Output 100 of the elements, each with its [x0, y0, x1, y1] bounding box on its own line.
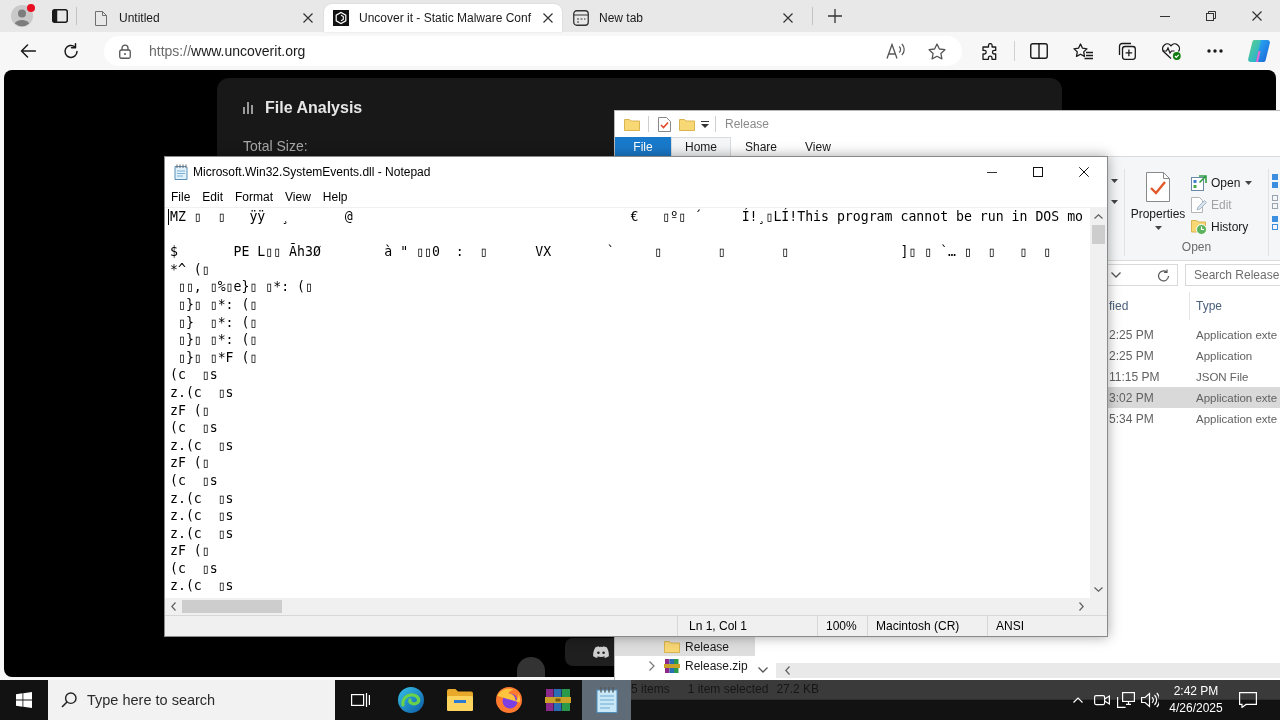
file-row[interactable]: 5:34 PM Application exte	[1108, 408, 1280, 429]
puzzle-icon[interactable]	[981, 42, 999, 60]
chevron-up-icon[interactable]	[1073, 697, 1083, 703]
caret-icon[interactable]	[1110, 200, 1118, 204]
notepad-icon	[173, 164, 189, 180]
clock-date[interactable]: 4/26/2025	[1169, 700, 1223, 717]
search-field[interactable]: Type here to search	[48, 680, 335, 720]
file-row[interactable]: 3:02 PM Application exte	[1108, 387, 1280, 408]
ribbon-tab[interactable]: Home	[671, 137, 731, 156]
scroll-left-icon[interactable]	[171, 602, 176, 611]
document-check-icon[interactable]	[658, 116, 671, 132]
file-row[interactable]: 11:15 PM JSON File	[1108, 366, 1280, 387]
link-button[interactable]	[565, 638, 614, 666]
video-camera-icon[interactable]	[1094, 693, 1110, 707]
text-area[interactable]: MZ ▯ ▯ ÿÿ ¸ @ € ▯º▯ ´ Í!¸▯LÍ!This program cannot be run in DOS mo $ PE L▯▯ Ãh3Ø à " ▯▯0 : ▯ VX ` ▯ ▯ ▯ ]▯ ▯ `… ▯ ▯ ▯ ▯ *^ (▯ ▯▯, ▯%▯e}▯ ▯*: (▯ ▯}▯ ▯*: (▯ ▯} ▯*: (▯ ▯}▯ ▯*: (▯ ▯}▯ ▯*F (▯ (c ▯s z.(c ▯s zF (▯ (c ▯s z.(c ▯s zF (▯ (c ▯s z.(c ▯s z.(c ▯s z.(c ▯s zF (▯ (c ▯s z.(c ▯s	[165, 208, 1090, 598]
scroll-left-icon[interactable]	[785, 666, 790, 675]
address-bar[interactable]	[1108, 264, 1178, 286]
table-cell-text: 3:02 PM	[1108, 390, 1155, 405]
star-icon[interactable]	[928, 42, 946, 60]
back-icon[interactable]	[20, 44, 36, 58]
hexagon-logo-icon	[333, 10, 349, 26]
scroll-down-icon[interactable]	[757, 667, 768, 673]
window-panel-icon[interactable]	[52, 9, 68, 23]
search-icon	[61, 692, 77, 708]
gradient-logo-icon[interactable]	[1248, 40, 1270, 62]
menu-item[interactable]: View	[279, 190, 317, 204]
read-aloud-icon[interactable]	[886, 43, 906, 59]
ribbon-button[interactable]: History	[1191, 217, 1255, 236]
volume-icon[interactable]	[1141, 692, 1159, 708]
task-view-icon	[351, 692, 370, 708]
menu-item[interactable]: Help	[316, 190, 354, 204]
chevron-down-icon[interactable]	[1111, 272, 1121, 278]
refresh-icon[interactable]	[1157, 268, 1170, 282]
table-cell-text: 2:25 PM	[1108, 327, 1155, 342]
ribbon-tab[interactable]: View	[791, 137, 845, 156]
nav-item[interactable]: Release.zip	[615, 656, 755, 675]
status-text: Macintosh (CR)	[867, 616, 987, 636]
refresh-icon[interactable]	[63, 43, 79, 59]
bar-chart-icon	[243, 102, 253, 114]
chevron-right-icon[interactable]	[649, 660, 655, 671]
close-icon[interactable]	[543, 13, 553, 23]
menu-item[interactable]: File	[165, 190, 197, 204]
url-text: https://www.uncoverit.org	[149, 43, 306, 59]
table-cell-text: 5:34 PM	[1108, 411, 1155, 426]
app-window-icon	[1191, 174, 1207, 191]
close-icon[interactable]	[1252, 11, 1262, 21]
close-icon[interactable]	[1079, 167, 1089, 177]
lock-icon[interactable]	[119, 43, 131, 59]
minimize-icon[interactable]	[1160, 15, 1170, 17]
document-check-icon	[1146, 172, 1170, 202]
scroll-thumb[interactable]	[182, 600, 282, 613]
stacked-books-icon	[544, 688, 571, 712]
section-heading: File Analysis	[265, 99, 363, 117]
notepad-icon	[595, 687, 618, 713]
ribbon-tab[interactable]: Share	[731, 137, 792, 156]
minimize-icon[interactable]	[987, 171, 997, 173]
search-field[interactable]: Search Release	[1185, 264, 1280, 286]
caret-icon[interactable]	[701, 120, 709, 128]
collections-icon[interactable]	[1118, 42, 1136, 60]
plus-icon[interactable]	[828, 9, 842, 23]
ribbon-button[interactable]: Properties	[1128, 157, 1188, 240]
browser-tab[interactable]: Untitled	[84, 4, 322, 32]
table-cell-text: 2:25 PM	[1108, 348, 1155, 363]
group-label: Open	[1180, 240, 1213, 256]
restore-icon[interactable]	[1206, 11, 1216, 21]
address-bar[interactable]: https://www.uncoverit.org	[104, 36, 962, 66]
folder-icon	[446, 689, 473, 711]
more-icon[interactable]	[1207, 49, 1223, 53]
heart-pulse-icon[interactable]	[1161, 42, 1181, 60]
scroll-up-icon[interactable]	[1094, 214, 1103, 219]
file-row[interactable]: 2:25 PM Application exte	[1108, 324, 1280, 345]
close-icon[interactable]	[783, 13, 793, 23]
avatar-icon[interactable]	[11, 5, 33, 27]
menu-item[interactable]: Edit	[196, 190, 230, 204]
ribbon-menu-tab[interactable]: File	[615, 137, 671, 156]
stacked-books-icon	[664, 657, 680, 674]
table-cell-text: Application exte	[1195, 412, 1278, 425]
browser-tab[interactable]: New tab	[564, 4, 802, 32]
field-label: Total Size:	[243, 138, 308, 154]
notification-icon[interactable]	[1239, 692, 1257, 708]
start-icon[interactable]	[16, 692, 32, 708]
flame-globe-icon	[495, 687, 522, 713]
scroll-right-icon[interactable]	[1079, 602, 1084, 611]
nav-item[interactable]: Release	[615, 637, 755, 656]
close-icon[interactable]	[303, 13, 313, 23]
window-title: Release	[725, 117, 770, 131]
network-icon[interactable]	[1117, 692, 1135, 708]
ribbon-button[interactable]: Open	[1191, 173, 1255, 192]
scroll-down-icon[interactable]	[1094, 587, 1103, 592]
menu-item[interactable]: Format	[229, 190, 280, 204]
caret-icon[interactable]	[1110, 179, 1118, 183]
favorites-icon[interactable]	[1073, 42, 1093, 60]
split-screen-icon[interactable]	[1030, 43, 1048, 59]
maximize-icon[interactable]	[1033, 167, 1043, 177]
status-text: Ln 1, Col 1	[677, 616, 817, 636]
scroll-thumb[interactable]	[1092, 225, 1105, 244]
browser-tab[interactable]: Uncover it - Static Malware Conf	[324, 4, 562, 32]
file-row[interactable]: 2:25 PM Application	[1108, 345, 1280, 366]
clock-time[interactable]: 2:42 PM	[1173, 683, 1219, 700]
column-header[interactable]: Type	[1190, 299, 1222, 313]
